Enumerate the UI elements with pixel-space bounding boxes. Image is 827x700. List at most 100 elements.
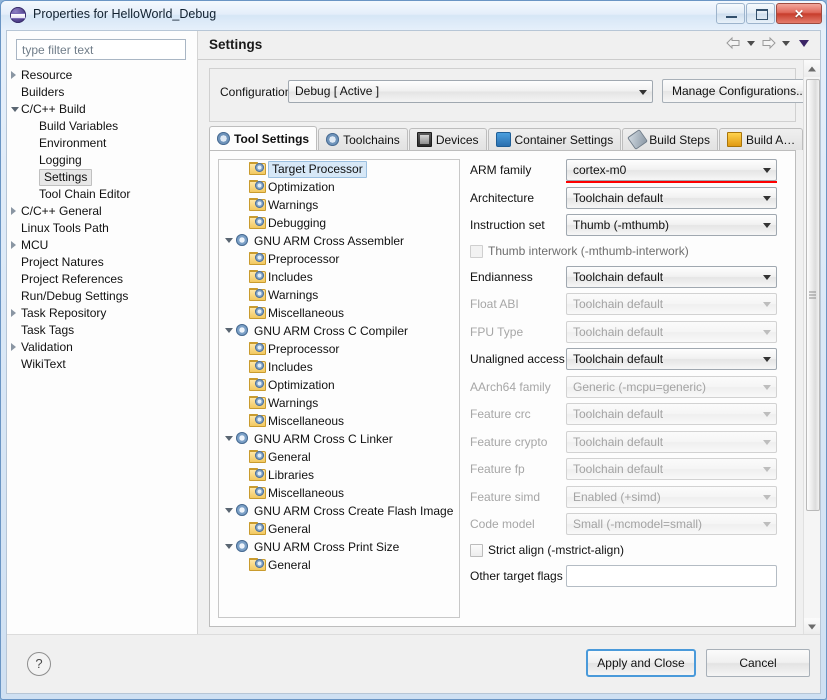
tab-build-steps[interactable]: Build Steps: [622, 128, 718, 150]
chevron-right-icon[interactable]: [11, 71, 16, 79]
chevron-down-icon[interactable]: [225, 544, 233, 549]
scroll-down-button[interactable]: [804, 618, 820, 635]
tool-tree-item-general[interactable]: General: [219, 520, 459, 538]
pane-vertical-scrollbar[interactable]: [803, 60, 820, 635]
sidebar-item-run-debug-settings[interactable]: Run/Debug Settings: [7, 288, 197, 305]
sidebar-item-environment[interactable]: Environment: [7, 135, 197, 152]
folder-gear-icon: [249, 252, 266, 265]
tab-tool-settings[interactable]: Tool Settings: [209, 126, 318, 150]
chevron-right-icon[interactable]: [11, 207, 16, 215]
combo-float-abi[interactable]: Toolchain default: [566, 293, 777, 315]
combo-unaligned-access[interactable]: Toolchain default: [566, 348, 777, 370]
field-value: Toolchain default: [573, 269, 664, 284]
field-label-unaligned-access: Unaligned access: [470, 352, 565, 366]
sidebar-item-task-tags[interactable]: Task Tags: [7, 322, 197, 339]
tab-toolchains[interactable]: Toolchains: [318, 128, 408, 150]
tab-label: Tool Settings: [234, 131, 310, 146]
apply-and-close-button[interactable]: Apply and Close: [586, 649, 696, 677]
combo-feature-crc[interactable]: Toolchain default: [566, 403, 777, 425]
tab-devices[interactable]: Devices: [408, 128, 487, 150]
close-button[interactable]: ✕: [776, 3, 822, 24]
window-title: Properties for HelloWorld_Debug: [33, 7, 217, 21]
scrollbar-thumb[interactable]: [806, 79, 820, 511]
help-button[interactable]: ?: [27, 652, 51, 676]
combo-arm-family[interactable]: cortex-m0: [566, 159, 777, 181]
tool-tree-item-general[interactable]: General: [219, 556, 459, 574]
chevron-down-icon[interactable]: [225, 238, 233, 243]
tool-tree-item-gnu-arm-cross-c-linker[interactable]: GNU ARM Cross C Linker: [219, 430, 459, 448]
field-label-instruction-set: Instruction set: [470, 218, 545, 232]
view-menu-icon[interactable]: [799, 39, 809, 47]
tool-tree-item-warnings[interactable]: Warnings: [219, 286, 459, 304]
chevron-down-icon[interactable]: [11, 107, 19, 112]
chevron-right-icon[interactable]: [11, 241, 16, 249]
chevron-right-icon[interactable]: [11, 309, 16, 317]
tool-tree-item-optimization[interactable]: Optimization: [219, 178, 459, 196]
checkbox-strict-align-mstrict-align[interactable]: [470, 543, 483, 557]
sidebar-item-task-repository[interactable]: Task Repository: [7, 305, 197, 322]
checkbox-thumb-interwork-mthumb-interwork[interactable]: [470, 244, 483, 258]
combo-fpu-type[interactable]: Toolchain default: [566, 320, 777, 343]
tab-container-settings[interactable]: Container Settings: [487, 128, 622, 150]
forward-arrow-icon[interactable]: [761, 36, 776, 50]
sidebar-item-project-natures[interactable]: Project Natures: [7, 254, 197, 271]
combo-feature-simd[interactable]: Enabled (+simd): [566, 485, 777, 508]
tool-tree-item-warnings[interactable]: Warnings: [219, 394, 459, 412]
combo-architecture[interactable]: Toolchain default: [566, 186, 777, 209]
combo-code-model[interactable]: Small (-mcmodel=small): [566, 513, 777, 535]
scroll-up-button[interactable]: [804, 60, 820, 77]
combo-feature-fp[interactable]: Toolchain default: [566, 458, 777, 480]
tool-tree-item-miscellaneous[interactable]: Miscellaneous: [219, 412, 459, 430]
tool-tree-item-general[interactable]: General: [219, 448, 459, 466]
tool-tree-item-includes[interactable]: Includes: [219, 268, 459, 286]
sidebar-item-builders[interactable]: Builders: [7, 84, 197, 101]
back-arrow-icon[interactable]: [726, 36, 741, 50]
sidebar-item-resource[interactable]: Resource: [7, 67, 197, 84]
tool-tree-item-includes[interactable]: Includes: [219, 358, 459, 376]
tool-tree-item-miscellaneous[interactable]: Miscellaneous: [219, 484, 459, 502]
combo-instruction-set[interactable]: Thumb (-mthumb): [566, 214, 777, 236]
sidebar-item-settings[interactable]: Settings: [7, 169, 197, 186]
sidebar-item-project-references[interactable]: Project References: [7, 271, 197, 288]
tool-tree-item-debugging[interactable]: Debugging: [219, 214, 459, 232]
tool-tree-item-preprocessor[interactable]: Preprocessor: [219, 250, 459, 268]
minimize-button[interactable]: [716, 3, 745, 24]
restore-button[interactable]: [746, 3, 775, 24]
restore-icon: [756, 9, 768, 20]
sidebar-item-wikitext[interactable]: WikiText: [7, 356, 197, 373]
combo-feature-crypto[interactable]: Toolchain default: [566, 430, 777, 453]
sidebar-item-build-variables[interactable]: Build Variables: [7, 118, 197, 135]
text-input-other-target-flags[interactable]: [566, 564, 777, 587]
chevron-down-icon[interactable]: [225, 508, 233, 513]
sidebar-item-linux-tools-path[interactable]: Linux Tools Path: [7, 220, 197, 237]
tool-tree-item-miscellaneous[interactable]: Miscellaneous: [219, 304, 459, 322]
sidebar-item-mcu[interactable]: MCU: [7, 237, 197, 254]
sidebar-item-logging[interactable]: Logging: [7, 152, 197, 169]
tool-tree-item-gnu-arm-cross-create-flash-image[interactable]: GNU ARM Cross Create Flash Image: [219, 502, 459, 520]
sidebar-item-validation[interactable]: Validation: [7, 339, 197, 356]
tool-tree-item-optimization[interactable]: Optimization: [219, 376, 459, 394]
configuration-select[interactable]: Debug [ Active ]: [288, 80, 653, 103]
tool-tree-item-warnings[interactable]: Warnings: [219, 196, 459, 214]
sidebar-item-tool-chain-editor[interactable]: Tool Chain Editor: [7, 186, 197, 203]
manage-configurations-button[interactable]: Manage Configurations...: [662, 79, 804, 103]
tool-tree-item-preprocessor[interactable]: Preprocessor: [219, 340, 459, 358]
tab-build-a[interactable]: Build A…: [718, 128, 804, 150]
tool-tree-item-libraries[interactable]: Libraries: [219, 466, 459, 484]
cancel-button[interactable]: Cancel: [706, 649, 810, 677]
chevron-right-icon[interactable]: [11, 343, 16, 351]
back-dropdown-icon[interactable]: [747, 40, 755, 46]
sidebar-item-c-c-general[interactable]: C/C++ General: [7, 203, 197, 220]
filter-input[interactable]: type filter text: [16, 39, 186, 60]
forward-dropdown-icon[interactable]: [782, 40, 790, 46]
chevron-down-icon[interactable]: [225, 436, 233, 441]
combo-aarch64-family[interactable]: Generic (-mcpu=generic): [566, 375, 777, 398]
combo-endianness[interactable]: Toolchain default: [566, 265, 777, 288]
sidebar-item-c-c-build[interactable]: C/C++ Build: [7, 101, 197, 118]
tool-tree-item-target-processor[interactable]: Target Processor: [219, 160, 459, 178]
tool-tree-item-gnu-arm-cross-c-compiler[interactable]: GNU ARM Cross C Compiler: [219, 322, 459, 340]
tool-tree-item-gnu-arm-cross-assembler[interactable]: GNU ARM Cross Assembler: [219, 232, 459, 250]
tool-tree-item-gnu-arm-cross-print-size[interactable]: GNU ARM Cross Print Size: [219, 538, 459, 556]
folder-gear-icon: [249, 306, 266, 319]
chevron-down-icon[interactable]: [225, 328, 233, 333]
